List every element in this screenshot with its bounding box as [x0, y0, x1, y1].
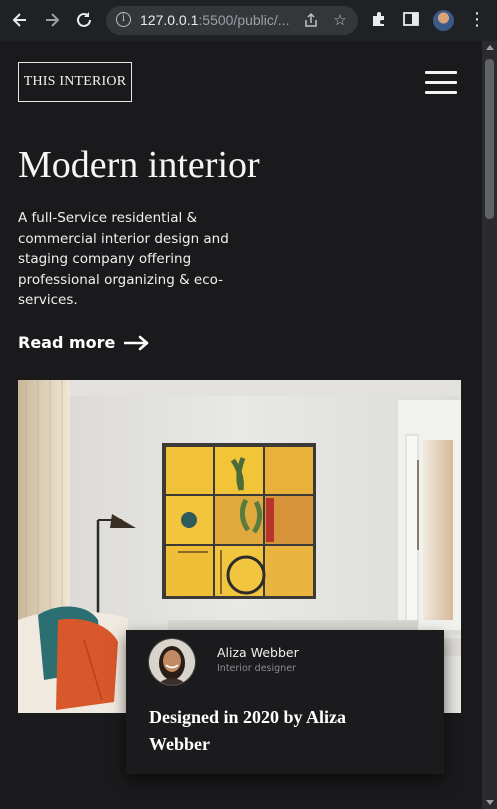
hamburger-icon[interactable] — [425, 71, 457, 95]
url-host: 127.0.0.1 — [140, 12, 199, 28]
forward-arrow-icon[interactable] — [41, 9, 63, 31]
extensions-icon[interactable] — [369, 10, 389, 33]
back-arrow-icon[interactable] — [9, 9, 31, 31]
hero-title: Modern interior — [18, 144, 260, 186]
hero-description: A full-Service residential & commercial … — [18, 210, 229, 308]
scrollbar[interactable] — [482, 41, 497, 809]
scrollbar-thumb[interactable] — [485, 59, 494, 219]
info-icon[interactable]: i — [116, 12, 131, 27]
url-path: :5500/public/... — [198, 12, 290, 28]
site-logo[interactable]: THIS INTERIOR — [18, 62, 132, 102]
scroll-down-icon[interactable] — [486, 800, 494, 805]
star-icon[interactable]: ☆ — [331, 11, 349, 29]
side-panel-icon[interactable] — [401, 10, 421, 33]
designer-name: Aliza Webber — [217, 645, 299, 660]
url-text: 127.0.0.1:5500/public/... — [140, 12, 289, 28]
scroll-up-icon[interactable] — [486, 45, 494, 50]
address-bar[interactable]: i 127.0.0.1:5500/public/... ☆ — [106, 6, 358, 35]
designer-avatar — [148, 638, 196, 686]
share-icon[interactable] — [302, 11, 320, 29]
reload-icon[interactable] — [73, 9, 95, 31]
browser-toolbar: i 127.0.0.1:5500/public/... ☆ ⋮ — [0, 0, 497, 41]
designer-role: Interior designer — [217, 663, 296, 674]
arrow-right-icon[interactable] — [123, 334, 150, 352]
more-menu-icon[interactable]: ⋮ — [468, 9, 486, 31]
designer-card: Aliza Webber Interior designer Designed … — [126, 630, 444, 774]
card-title: Designed in 2020 by Aliza Webber — [149, 707, 347, 754]
read-more-link[interactable]: Read more — [18, 332, 115, 354]
profile-avatar[interactable] — [433, 10, 454, 31]
page-content: THIS INTERIOR Modern interior A full-Ser… — [0, 41, 482, 809]
